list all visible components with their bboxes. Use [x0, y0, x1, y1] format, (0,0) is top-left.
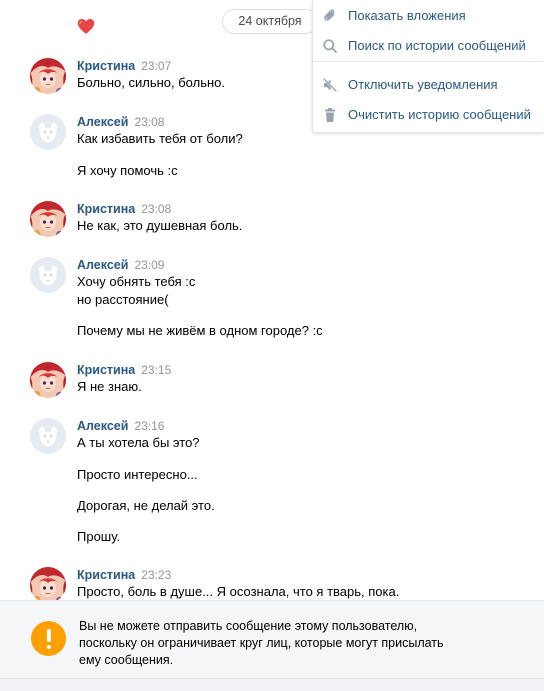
menu-divider	[313, 61, 544, 62]
date-divider[interactable]: 24 октября	[222, 9, 318, 34]
message-group: Кристина 23:08 Не как, это душевная боль.	[30, 201, 510, 241]
warning-icon	[31, 621, 66, 656]
message-time[interactable]: 23:23	[141, 568, 171, 582]
author-name[interactable]: Кристина	[77, 568, 135, 582]
message-text: Хочу обнять тебя :с	[77, 274, 196, 289]
avatar[interactable]	[30, 201, 66, 237]
author-name[interactable]: Кристина	[77, 59, 135, 73]
message-text: Почему мы не живём в одном городе? :с	[77, 323, 323, 338]
restriction-message: Вы не можете отправить сообщение этому п…	[79, 618, 479, 669]
message-group: Алексей 23:16 А ты хотела бы это? Просто …	[30, 418, 510, 548]
message-text: Не как, это душевная боль.	[77, 218, 243, 233]
avatar[interactable]	[30, 257, 66, 293]
message-text: Прошу.	[77, 529, 121, 544]
message-text: Просто, боль в душе... Я осознала, что я…	[77, 584, 400, 599]
restriction-notice: Вы не можете отправить сообщение этому п…	[0, 600, 544, 678]
message-time[interactable]: 23:09	[134, 258, 164, 272]
menu-item-mute-notifications[interactable]: Отключить уведомления	[313, 73, 544, 97]
menu-item-label: Очистить историю сообщений	[348, 107, 531, 122]
message-group: Алексей 23:09 Хочу обнять тебя :с но расс…	[30, 257, 510, 347]
restriction-line: поскольку он ограничивает круг лиц, кото…	[79, 636, 444, 650]
actions-menu: Показать вложения Поиск по истории сообщ…	[312, 0, 544, 133]
avatar[interactable]	[30, 418, 66, 454]
message-text: Просто интересно...	[77, 467, 198, 482]
message-group: Кристина 23:15 Я не знаю.	[30, 362, 510, 402]
restriction-line: ему сообщения.	[79, 653, 174, 667]
author-name[interactable]: Алексей	[77, 419, 128, 433]
message-text: Дорогая, не делай это.	[77, 498, 215, 513]
message-time[interactable]: 23:08	[134, 115, 164, 129]
chat-history: 24 октября Кристина 23:07 Больно, сильно,…	[0, 0, 544, 600]
author-name[interactable]: Кристина	[77, 363, 135, 377]
message-text: но расстояние(	[77, 292, 169, 307]
menu-item-clear-history[interactable]: Очистить историю сообщений	[313, 103, 544, 127]
message-time[interactable]: 23:15	[141, 363, 171, 377]
avatar[interactable]	[30, 58, 66, 94]
message-time[interactable]: 23:07	[141, 59, 171, 73]
message-text: Как избавить тебя от боли?	[77, 131, 243, 146]
avatar[interactable]	[30, 567, 66, 600]
author-name[interactable]: Алексей	[77, 258, 128, 272]
search-icon	[323, 39, 337, 53]
menu-item-search-history[interactable]: Поиск по истории сообщений	[313, 34, 544, 58]
message-text: Я не знаю.	[77, 379, 142, 394]
menu-item-show-attachments[interactable]: Показать вложения	[313, 4, 544, 28]
message-text: Я хочу помочь :с	[77, 163, 178, 178]
restriction-line: Вы не можете отправить сообщение этому п…	[79, 619, 418, 633]
menu-item-label: Показать вложения	[348, 8, 466, 23]
message-text: А ты хотела бы это?	[77, 435, 200, 450]
message-text: Больно, сильно, больно.	[77, 75, 225, 90]
menu-item-label: Отключить уведомления	[348, 77, 498, 92]
message-group: Кристина 23:23 Просто, боль в душе... Я о…	[30, 567, 510, 600]
heart-icon	[77, 19, 95, 34]
trash-icon	[325, 108, 335, 122]
page-bottom-border	[0, 678, 544, 691]
author-name[interactable]: Алексей	[77, 115, 128, 129]
menu-item-label: Поиск по истории сообщений	[348, 38, 526, 53]
paperclip-icon	[324, 9, 335, 21]
avatar[interactable]	[30, 362, 66, 398]
author-name[interactable]: Кристина	[77, 202, 135, 216]
message-time[interactable]: 23:16	[134, 419, 164, 433]
mute-icon	[322, 77, 338, 93]
message-time[interactable]: 23:08	[141, 202, 171, 216]
avatar[interactable]	[30, 114, 66, 150]
